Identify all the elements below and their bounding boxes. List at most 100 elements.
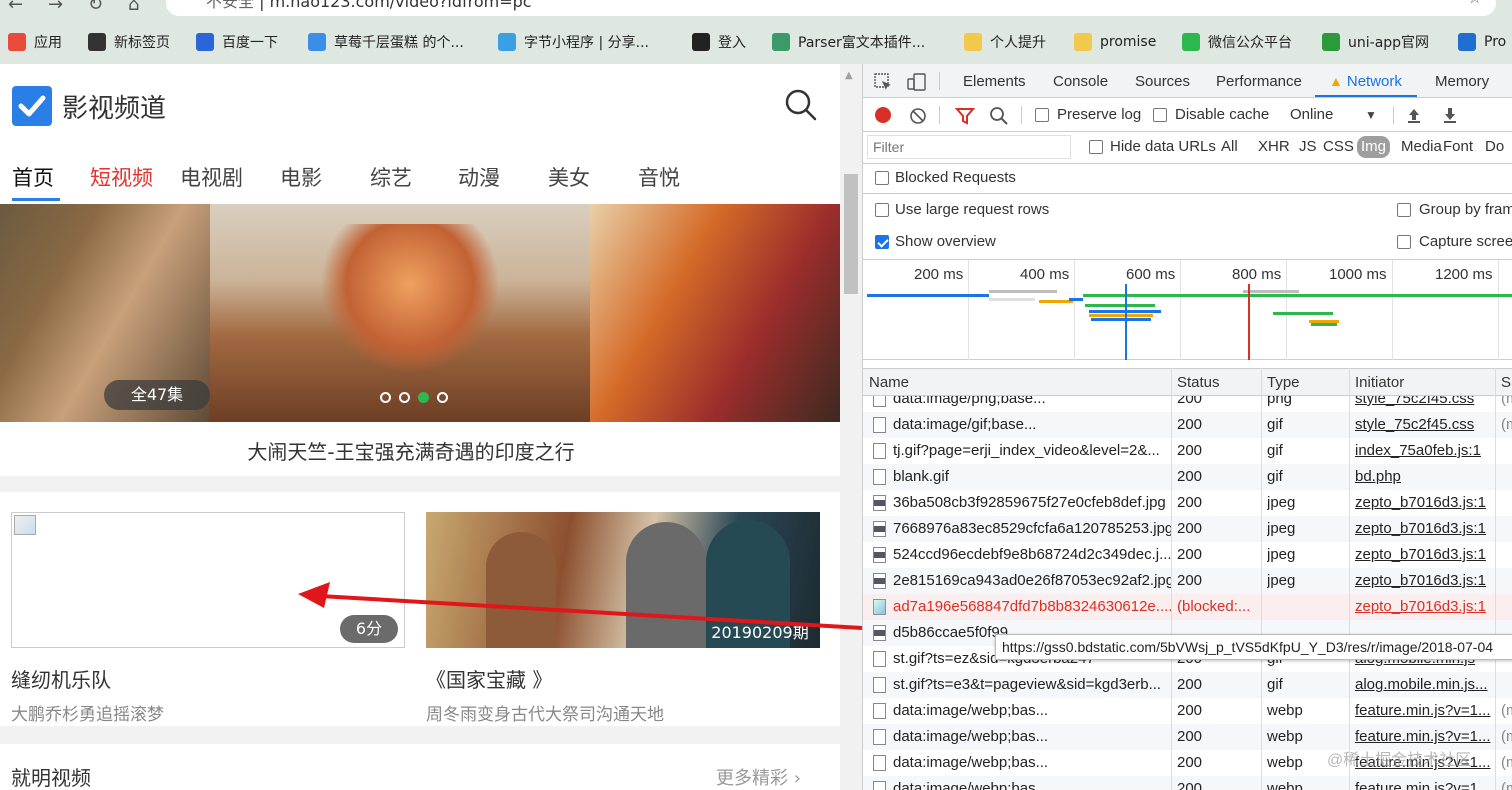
devtools-tab-elements[interactable]: Elements <box>963 73 1026 90</box>
request-row[interactable]: data:image/webp;bas... 200 webp feature.min… <box>863 776 1512 790</box>
site-tab[interactable]: 音悦 <box>638 162 680 192</box>
column-separator[interactable] <box>1495 368 1496 790</box>
request-row[interactable]: ad7a196e568847dfd7b8b8324630612e.... (blo… <box>863 594 1512 620</box>
type-filter-css[interactable]: CSS <box>1323 138 1354 155</box>
column-header-status[interactable]: Status <box>1177 374 1220 391</box>
column-header-initiator[interactable]: Initiator <box>1355 374 1404 391</box>
hero-banner[interactable]: 全47集 <box>0 204 840 422</box>
throttling-select[interactable]: Online <box>1290 106 1333 123</box>
devtools-tab-sources[interactable]: Sources <box>1135 73 1190 90</box>
bookmark-item[interactable]: 字节小程序 | 分享... <box>498 32 649 52</box>
clear-icon[interactable] <box>909 107 927 125</box>
site-tab[interactable]: 首页 <box>12 162 54 192</box>
banner-dot[interactable] <box>437 392 448 403</box>
site-tab[interactable]: 综艺 <box>370 162 412 192</box>
card-title[interactable]: 缝纫机乐队 <box>11 664 111 693</box>
column-header-name[interactable]: Name <box>869 374 909 391</box>
column-separator[interactable] <box>1171 368 1172 790</box>
chevron-down-icon[interactable]: ▼ <box>1365 108 1377 122</box>
site-tab[interactable]: 电影 <box>280 162 322 192</box>
type-filter-do[interactable]: Do <box>1485 138 1504 155</box>
site-tab[interactable]: 动漫 <box>458 162 500 192</box>
type-filter-all[interactable]: All <box>1221 138 1238 155</box>
url-bar[interactable]: 不安全 | m.hao123.com/video?idfrom=pc ☆ <box>166 0 1496 16</box>
type-filter-media[interactable]: Media <box>1401 138 1442 155</box>
request-row[interactable]: 2e815169ca943ad0e26f87053ec92af2.jpg 200 j… <box>863 568 1512 594</box>
group-by-frame-checkbox[interactable] <box>1397 203 1411 217</box>
request-initiator[interactable]: zepto_b7016d3.js:1 <box>1355 494 1495 511</box>
banner-caption[interactable]: 大闹天竺-王宝强充满奇遇的印度之行 <box>0 436 822 465</box>
bookmark-item[interactable]: 草莓千层蛋糕 的个... <box>308 32 464 52</box>
request-row[interactable]: 524ccd96ecdebf9e8b68724d2c349dec.j... 200… <box>863 542 1512 568</box>
bookmark-item[interactable]: 微信公众平台 <box>1182 32 1292 52</box>
section-more-link[interactable]: 更多精彩 › <box>716 764 801 790</box>
filter-input[interactable] <box>867 135 1071 159</box>
home-icon[interactable]: ⌂ <box>128 0 139 15</box>
request-initiator[interactable]: feature.min.js?v=1... <box>1355 702 1495 719</box>
record-icon[interactable] <box>875 107 891 123</box>
bookmark-item[interactable]: 百度一下 <box>196 32 278 52</box>
forward-icon[interactable]: → <box>48 0 63 15</box>
bookmark-item[interactable]: uni-app官网 <box>1322 32 1429 52</box>
disable-cache-checkbox[interactable] <box>1153 108 1167 122</box>
network-overview-timeline[interactable]: 200 ms 400 ms 600 ms 800 ms 1000 ms 1200 ms <box>863 260 1512 360</box>
request-row[interactable]: data:image/png;base... 200 png style_75c2f4… <box>863 396 1512 412</box>
column-separator[interactable] <box>1349 368 1350 790</box>
page-scrollbar[interactable]: ▲ <box>840 64 862 790</box>
scrollbar-thumb[interactable] <box>844 174 858 294</box>
request-row[interactable]: blank.gif 200 gif bd.php <box>863 464 1512 490</box>
request-initiator[interactable]: zepto_b7016d3.js:1 <box>1355 572 1495 589</box>
bookmark-item[interactable]: Pro <box>1458 32 1506 52</box>
type-filter-font[interactable]: Font <box>1443 138 1473 155</box>
banner-dot[interactable] <box>399 392 410 403</box>
bookmark-item[interactable]: 新标签页 <box>88 32 170 52</box>
devtools-tab-network[interactable]: ▲ Network <box>1329 73 1402 90</box>
request-initiator[interactable]: zepto_b7016d3.js:1 <box>1355 598 1495 615</box>
request-initiator[interactable]: style_75c2f45.css <box>1355 396 1495 407</box>
star-icon[interactable]: ☆ <box>1468 0 1482 7</box>
request-row[interactable]: data:image/webp;bas... 200 webp feature.min… <box>863 698 1512 724</box>
export-har-icon[interactable] <box>1441 106 1459 124</box>
devtools-tab-console[interactable]: Console <box>1053 73 1108 90</box>
request-initiator[interactable]: bd.php <box>1355 468 1495 485</box>
import-har-icon[interactable] <box>1405 106 1423 124</box>
card-title[interactable]: 《国家宝藏 》 <box>426 664 552 693</box>
column-header-type[interactable]: Type <box>1267 374 1300 391</box>
type-filter-xhr[interactable]: XHR <box>1258 138 1290 155</box>
device-toolbar-icon[interactable] <box>907 72 927 92</box>
preserve-log-checkbox[interactable] <box>1035 108 1049 122</box>
filter-icon[interactable] <box>955 107 975 125</box>
request-initiator[interactable]: alog.mobile.min.js... <box>1355 676 1495 693</box>
type-filter-img[interactable]: Img <box>1357 136 1391 158</box>
column-separator[interactable] <box>1261 368 1262 790</box>
request-initiator[interactable]: index_75a0feb.js:1 <box>1355 442 1495 459</box>
bookmark-item[interactable]: 登入 <box>692 32 746 52</box>
blocked-requests-checkbox[interactable] <box>875 171 889 185</box>
inspect-element-icon[interactable] <box>873 72 893 92</box>
scroll-up-icon[interactable]: ▲ <box>845 70 853 81</box>
request-row[interactable]: tj.gif?page=erji_index_video&level=2&...… <box>863 438 1512 464</box>
search-icon[interactable] <box>784 88 818 122</box>
request-initiator[interactable]: feature.min.js?v=1... <box>1355 780 1495 790</box>
request-row[interactable]: data:image/gif;base... 200 gif style_75c2f4… <box>863 412 1512 438</box>
show-overview-checkbox[interactable] <box>875 235 889 249</box>
devtools-tab-memory[interactable]: Memory <box>1435 73 1489 90</box>
site-tab[interactable]: 电视剧 <box>180 162 243 192</box>
card-thumbnail[interactable]: 20190209期 <box>426 512 820 648</box>
banner-dot[interactable] <box>380 392 391 403</box>
request-initiator[interactable]: style_75c2f45.css <box>1355 416 1495 433</box>
request-row[interactable]: st.gif?ts=e3&t=pageview&sid=kgd3erb... 20… <box>863 672 1512 698</box>
site-tab[interactable]: 美女 <box>548 162 590 192</box>
bookmark-item[interactable]: promise <box>1074 32 1156 52</box>
back-icon[interactable]: ← <box>8 0 23 15</box>
large-rows-checkbox[interactable] <box>875 203 889 217</box>
request-row[interactable]: 36ba508cb3f92859675f27e0cfeb8def.jpg 200 j… <box>863 490 1512 516</box>
request-initiator[interactable]: feature.min.js?v=1... <box>1355 728 1495 745</box>
bookmark-item[interactable]: Parser富文本插件... <box>772 32 925 52</box>
request-row[interactable]: 7668976a83ec8529cfcfa6a120785253.jpg 200 j… <box>863 516 1512 542</box>
request-initiator[interactable]: zepto_b7016d3.js:1 <box>1355 520 1495 537</box>
search-icon[interactable] <box>989 106 1009 126</box>
type-filter-js[interactable]: JS <box>1299 138 1317 155</box>
reload-icon[interactable]: ↻ <box>88 0 103 15</box>
capture-screenshots-checkbox[interactable] <box>1397 235 1411 249</box>
